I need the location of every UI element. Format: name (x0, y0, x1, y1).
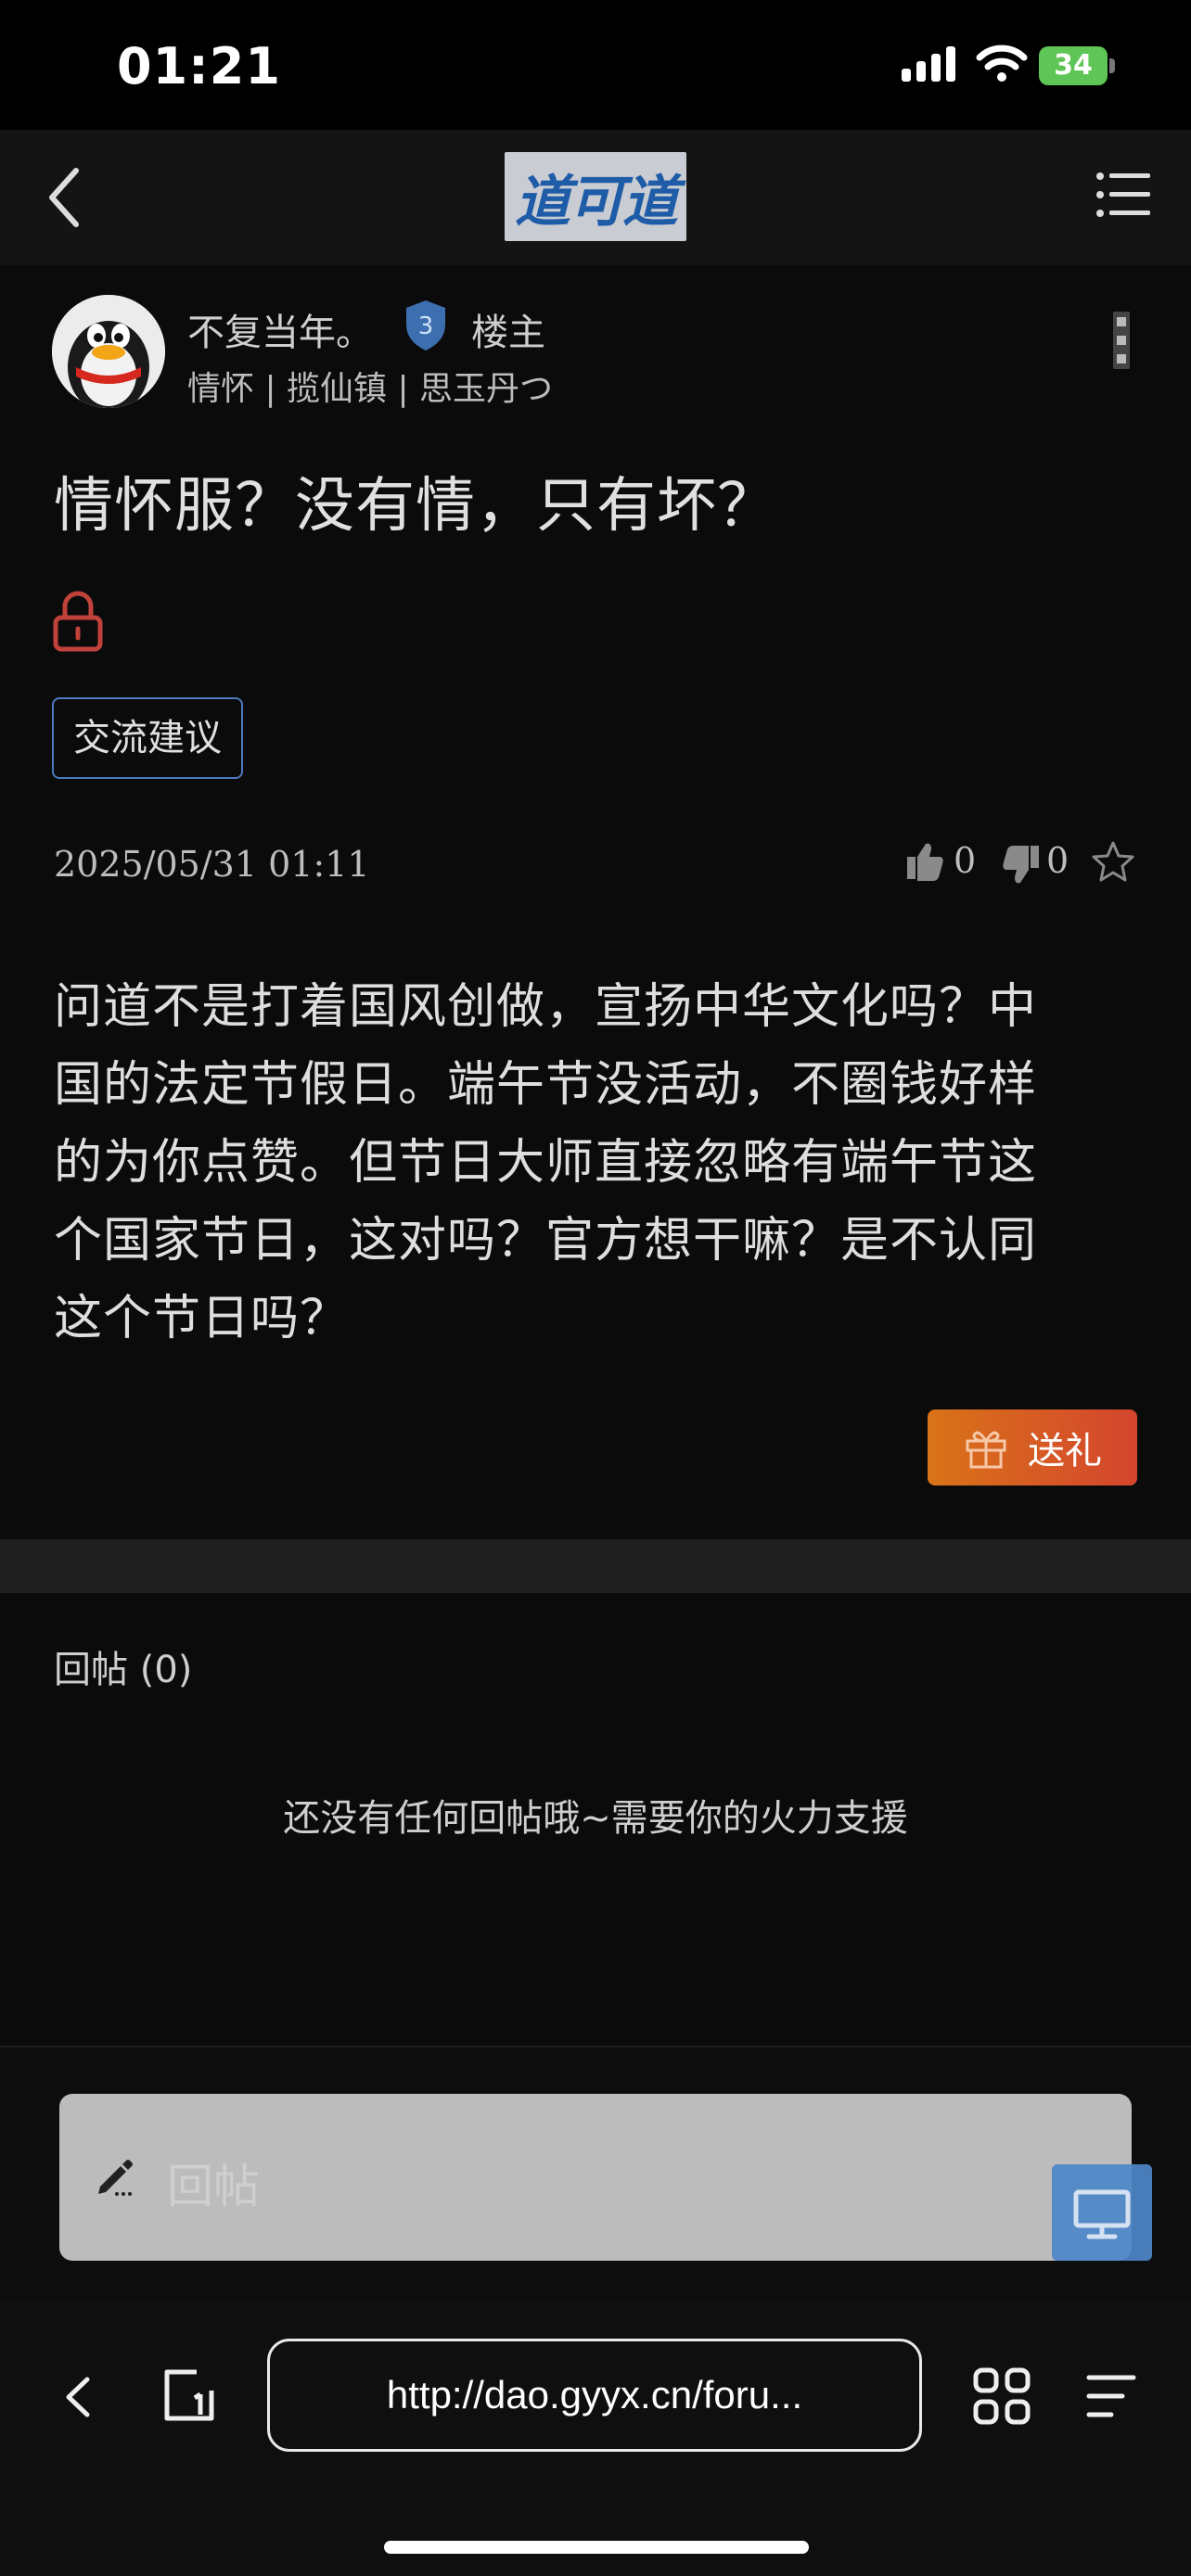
grid-icon[interactable] (972, 2366, 1031, 2426)
dislike-count: 0 (1046, 840, 1069, 881)
status-time: 01:21 (117, 37, 281, 96)
menu-icon[interactable] (1095, 167, 1152, 224)
post-body-line: 这个节日吗？ (54, 1291, 350, 1346)
thumbs-up-icon[interactable] (905, 840, 944, 883)
level-badge: 3 (403, 299, 449, 352)
site-logo[interactable]: 道可道 (505, 152, 686, 241)
post-body-line: 问道不是打着国风创做，宣扬中华文化吗？中 (54, 979, 1038, 1035)
tabs-icon[interactable] (160, 2365, 219, 2426)
battery-icon: 34 (1039, 46, 1108, 85)
star-icon[interactable] (1091, 840, 1135, 883)
empty-replies-text: 还没有任何回帖哦~需要你的火力支援 (283, 1797, 908, 1840)
post-title: 情怀服？没有情，只有坏？ (54, 472, 777, 541)
back-icon[interactable] (37, 159, 96, 236)
cellular-signal-icon (902, 46, 955, 82)
more-options-icon[interactable] (1111, 312, 1132, 369)
author-name[interactable]: 不复当年。 (187, 302, 373, 356)
owner-label: 楼主 (471, 312, 545, 354)
section-divider (0, 1539, 1191, 1593)
shield-icon: 3 (406, 300, 445, 351)
browser-back-icon[interactable] (59, 2372, 96, 2422)
home-indicator[interactable] (384, 2541, 809, 2554)
post-body: 问道不是打着国风创做，宣扬中华文化吗？中 国的法定节假日。端午节没活动，不圈钱好… (54, 968, 1130, 1358)
post-body-line: 个国家节日，这对吗？官方想干嘛？是不认同 (54, 1213, 1038, 1269)
url-bar[interactable]: http://dao.gyyx.cn/foru... (267, 2339, 922, 2452)
penguin-avatar-icon (52, 295, 165, 408)
thumbs-down-icon[interactable] (1002, 844, 1041, 886)
reply-placeholder: 回帖 (167, 2160, 260, 2213)
post-body-line: 国的法定节假日。端午节没活动，不圈钱好样 (54, 1057, 1038, 1113)
gift-label: 送礼 (1028, 1430, 1102, 1473)
pencil-icon (98, 2160, 133, 2196)
reply-count-header: 回帖 (0) (54, 1649, 193, 1691)
category-tag[interactable]: 交流建议 (52, 697, 243, 779)
list-menu-icon[interactable] (1085, 2372, 1137, 2420)
battery-tip (1109, 58, 1115, 73)
wifi-icon (976, 45, 1028, 82)
desktop-view-button[interactable] (1052, 2164, 1152, 2261)
avatar[interactable] (52, 295, 165, 408)
like-count: 0 (954, 840, 977, 881)
post-body-line: 的为你点赞。但节日大师直接忽略有端午节这 (54, 1135, 1038, 1191)
post-date: 2025/05/31 01:11 (54, 844, 370, 885)
monitor-icon (1073, 2189, 1131, 2239)
author-meta: 情怀 | 揽仙镇 | 思玉丹つ (187, 370, 554, 408)
gift-button[interactable]: 送礼 (928, 1409, 1137, 1486)
lock-icon (53, 591, 103, 652)
svg-text:3: 3 (418, 312, 434, 340)
gift-icon (966, 1431, 1006, 1469)
